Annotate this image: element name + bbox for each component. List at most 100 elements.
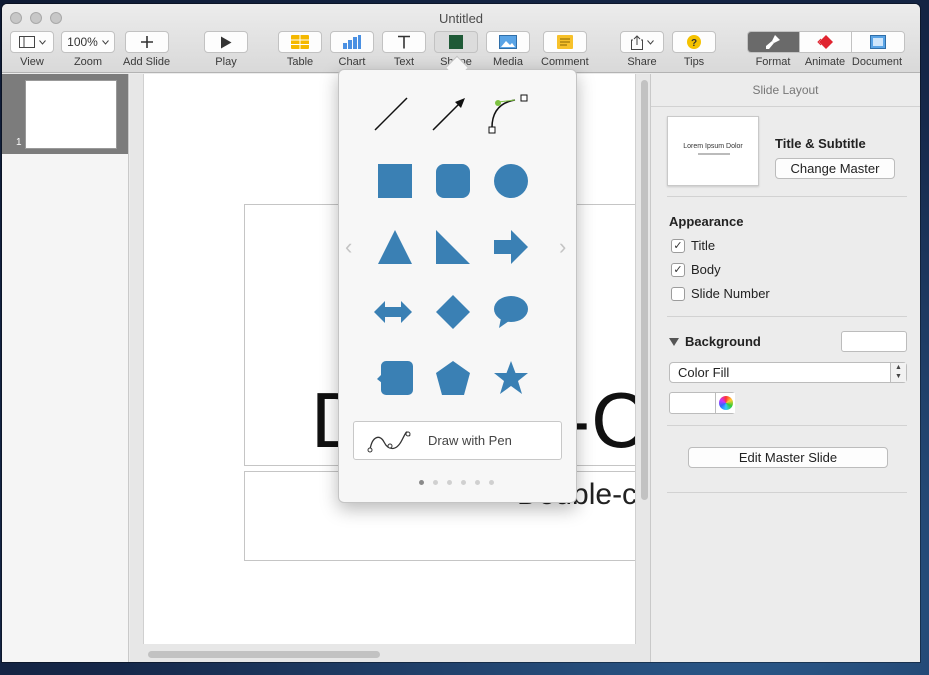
inspector-segmented-control [747,31,905,53]
fill-type-select[interactable]: Color Fill ▲ ▼ [669,362,907,383]
circle-shape[interactable] [489,159,533,203]
page-dot[interactable] [433,480,438,485]
window-title: Untitled [438,11,484,26]
draw-with-pen-button[interactable]: Draw with Pen [353,421,562,460]
chart-label: Chart [338,56,366,68]
media-tool: Media [486,31,530,68]
play-tool: Play [204,31,248,68]
zoom-select[interactable]: 100% [61,31,115,53]
double-arrow-icon [374,301,412,323]
layout-thumbnail-subtitle [698,153,730,155]
triangle-shape[interactable] [373,225,417,269]
callout-square-icon [377,361,413,395]
slide-number-checkbox-row[interactable]: Slide Number [671,286,770,301]
square-icon [378,164,412,198]
line-icon [374,97,408,131]
page-dot[interactable] [419,480,424,485]
page-dot[interactable] [447,480,452,485]
background-color-swatch[interactable] [841,331,907,352]
vertical-scrollbar[interactable] [641,80,648,500]
zoom-value: 100% [67,35,98,49]
star-shape[interactable] [489,356,533,400]
slide-number-checkbox[interactable] [671,286,685,301]
table-button[interactable] [278,31,322,53]
layout-thumbnail[interactable]: Lorem Ipsum Dolor [667,116,759,186]
shape-button[interactable] [434,31,478,53]
fill-type-value: Color Fill [678,365,730,380]
curve-shape[interactable] [485,92,529,136]
body-checkbox[interactable]: ✓ [671,262,685,277]
pentagon-icon [436,361,470,395]
animate-tab[interactable] [800,32,852,52]
color-wheel-button[interactable] [715,393,735,413]
table-icon [291,35,309,49]
add-slide-label: Add Slide [123,56,171,68]
right-triangle-icon [436,230,470,264]
comment-label: Comment [541,56,589,68]
line-shape[interactable] [369,92,413,136]
rounded-square-shape[interactable] [431,159,475,203]
change-master-button[interactable]: Change Master [775,158,895,179]
chevron-down-icon [38,39,46,45]
text-button[interactable] [382,31,426,53]
shape-icon [449,35,463,49]
slide-thumbnail-image [25,80,117,149]
zoom-label: Zoom [73,56,103,68]
horizontal-scrollbar[interactable] [148,651,380,658]
speech-bubble-shape[interactable] [489,290,533,334]
document-tab[interactable] [852,32,904,52]
arrow-line-shape[interactable] [427,92,471,136]
page-dot[interactable] [461,480,466,485]
slide-number-checkbox-label: Slide Number [691,286,770,301]
double-arrow-shape[interactable] [371,290,415,334]
disclosure-triangle-icon [669,337,679,346]
pen-squiggle-icon [367,431,411,453]
chart-button[interactable] [330,31,374,53]
slide-number: 1 [16,137,22,148]
comment-tool: Comment [541,31,589,68]
media-label: Media [493,56,523,68]
shape-fill [378,164,412,198]
format-inspector: Slide Layout Lorem Ipsum Dolor Title & S… [650,74,920,662]
share-label: Share [627,56,657,68]
title-checkbox[interactable]: ✓ [671,238,685,253]
add-slide-button[interactable] [124,31,169,53]
draw-with-pen-label: Draw with Pen [428,433,512,448]
media-button[interactable] [486,31,530,53]
paintbrush-icon [765,34,780,49]
diamond-shape[interactable] [431,290,475,334]
play-button[interactable] [204,31,248,53]
page-dot[interactable] [475,480,480,485]
divider [667,316,907,317]
share-button[interactable] [620,31,664,53]
right-triangle-shape[interactable] [431,225,475,269]
arrow-shape[interactable] [489,225,533,269]
title-checkbox-row[interactable]: ✓ Title [671,238,715,253]
square-shape[interactable] [373,159,417,203]
background-disclosure[interactable]: Background [669,334,761,349]
comment-button[interactable] [542,31,587,53]
edit-master-slide-button[interactable]: Edit Master Slide [688,447,888,468]
slide-thumbnail-1[interactable]: 1 [2,74,128,154]
body-checkbox-row[interactable]: ✓ Body [671,262,721,277]
format-tab[interactable] [748,32,800,52]
pentagon-shape[interactable] [431,356,475,400]
next-page-icon[interactable]: › [559,234,566,260]
comment-icon [556,35,573,49]
document-icon [870,35,886,49]
page-dot[interactable] [489,480,494,485]
appearance-title: Appearance [669,214,744,229]
view-button[interactable] [10,31,54,53]
document-label: Document [851,56,903,68]
add-slide-tool: Add Slide [123,31,170,68]
tips-tool: ? Tips [672,31,716,68]
callout-square-shape[interactable] [373,356,417,400]
layout-name: Title & Subtitle [775,136,866,151]
view-label: View [20,56,44,68]
chart-icon [343,35,361,49]
chevron-down-icon [646,39,654,45]
tips-button[interactable]: ? [672,31,716,53]
previous-page-icon[interactable]: ‹ [345,234,352,260]
speech-bubble-icon [494,296,528,328]
share-icon [630,34,643,50]
